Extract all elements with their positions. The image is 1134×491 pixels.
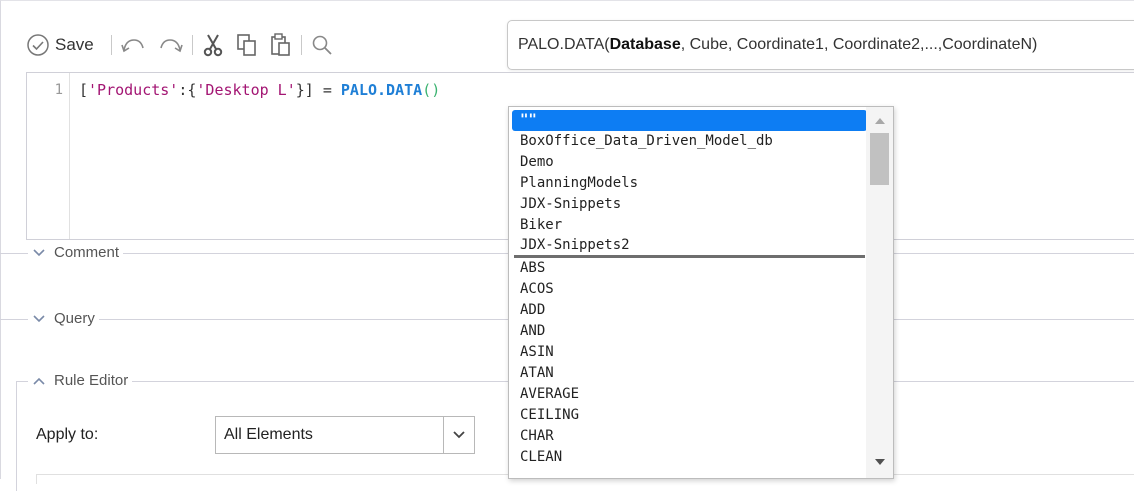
autocomplete-item[interactable]: Demo (512, 152, 867, 173)
chevron-down-icon (453, 431, 465, 439)
autocomplete-popup: "" BoxOffice_Data_Driven_Model_db Demo P… (508, 106, 894, 479)
autocomplete-item[interactable]: CLEAN (512, 447, 867, 468)
toolbar-divider (300, 35, 302, 55)
autocomplete-item[interactable]: ADD (512, 300, 867, 321)
apply-to-label: Apply to: (36, 426, 99, 443)
signature-current-param: Database (609, 36, 681, 53)
scrollbar-thumb[interactable] (870, 133, 889, 185)
autocomplete-item[interactable]: AND (512, 321, 867, 342)
autocomplete-item[interactable]: PlanningModels (512, 173, 867, 194)
line-number: 1 (54, 82, 63, 98)
chevron-up-icon (32, 376, 46, 386)
chevron-down-icon (32, 314, 46, 324)
copy-icon[interactable] (236, 33, 258, 57)
code-string-dimension: 'Products' (88, 81, 179, 99)
save-button[interactable]: Save (55, 35, 94, 55)
autocomplete-item[interactable]: BoxOffice_Data_Driven_Model_db (512, 131, 867, 152)
apply-to-value: All Elements (224, 426, 313, 443)
search-icon[interactable] (311, 34, 333, 56)
select-dropdown-button[interactable] (443, 417, 474, 453)
autocomplete-item[interactable]: AVERAGE (512, 384, 867, 405)
rule-editor-section-toggle[interactable]: Rule Editor (28, 372, 133, 389)
chevron-down-icon (32, 248, 46, 258)
autocomplete-item[interactable]: ABS (512, 258, 867, 279)
cut-icon[interactable] (202, 33, 224, 57)
code-parens: () (422, 81, 441, 99)
scroll-down-arrow-icon[interactable] (866, 452, 893, 472)
signature-rest: , Cube, Coordinate1, Coordinate2,...,Coo… (680, 36, 1038, 53)
toolbar: Save (26, 32, 333, 58)
query-section-toggle[interactable]: Query (28, 310, 99, 327)
line-gutter: 1 (27, 73, 70, 239)
signature-fn: PALO.DATA( (518, 36, 610, 53)
autocomplete-item[interactable]: JDX-Snippets (512, 194, 867, 215)
function-signature-tooltip: PALO.DATA(Database, Cube, Coordinate1, C… (507, 20, 1134, 70)
paste-icon[interactable] (270, 33, 292, 57)
autocomplete-item[interactable]: Biker (512, 215, 867, 236)
autocomplete-item[interactable]: JDX-Snippets2 (512, 236, 867, 255)
autocomplete-item[interactable]: CHAR (512, 426, 867, 447)
code-colon: :{ (178, 81, 197, 99)
autocomplete-item[interactable]: ASIN (512, 342, 867, 363)
comment-section-toggle[interactable]: Comment (28, 244, 124, 261)
autocomplete-list: "" BoxOffice_Data_Driven_Model_db Demo P… (512, 110, 867, 468)
autocomplete-scrollbar[interactable] (866, 107, 893, 478)
rule-editor-section-label: Rule Editor (54, 372, 129, 389)
code-assign: }] = (295, 81, 341, 99)
redo-icon[interactable] (159, 36, 183, 54)
autocomplete-item[interactable]: ATAN (512, 363, 867, 384)
toolbar-divider (110, 35, 112, 55)
code-string-element: 'Desktop L' (196, 81, 296, 99)
autocomplete-item[interactable]: ACOS (512, 279, 867, 300)
scroll-up-arrow-icon[interactable] (866, 111, 893, 131)
apply-to-select[interactable]: All Elements (215, 416, 475, 454)
save-check-icon[interactable] (26, 33, 50, 57)
autocomplete-item[interactable]: CEILING (512, 405, 867, 426)
code-bracket: [ (79, 81, 89, 99)
comment-section-label: Comment (54, 244, 120, 261)
query-section-label: Query (54, 310, 95, 327)
code-line[interactable]: ['Products':{'Desktop L'}] = PALO.DATA() (79, 81, 440, 99)
toolbar-divider (191, 35, 193, 55)
autocomplete-item-selected[interactable]: "" (512, 110, 867, 131)
undo-icon[interactable] (120, 36, 145, 54)
code-function: PALO.DATA (340, 81, 423, 99)
